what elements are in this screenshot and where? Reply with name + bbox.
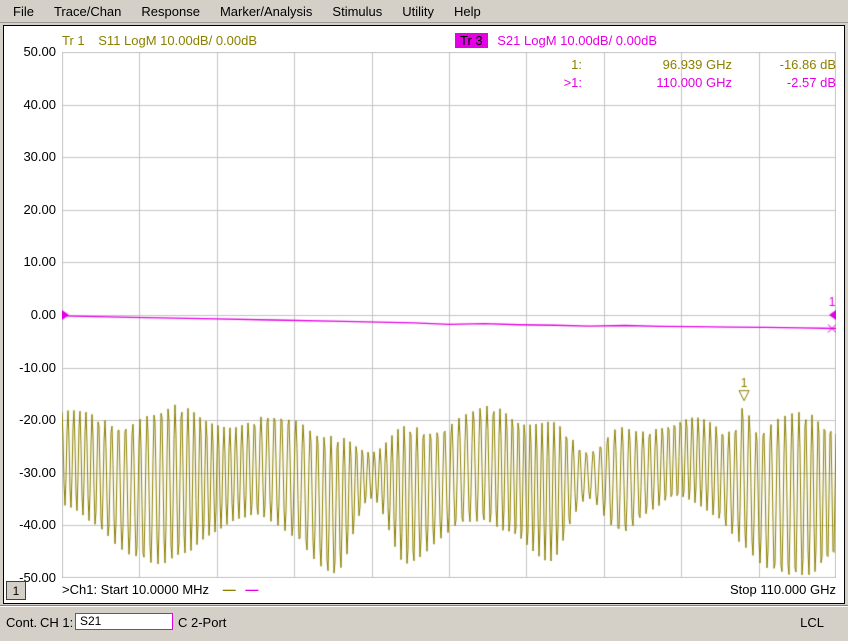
menu-item-response[interactable]: Response (131, 1, 210, 22)
trace1-detail: S11 LogM 10.00dB/ 0.00dB (98, 33, 257, 48)
marker-readout-row: 1:96.939 GHz-16.86 dB (536, 56, 836, 74)
local-remote-status: LCL (800, 615, 824, 630)
trace1-header[interactable]: Tr 1 S11 LogM 10.00dB/ 0.00dB (62, 33, 257, 48)
marker-name: 1: (536, 56, 582, 74)
marker-readout: 1:96.939 GHz-16.86 dB>1:110.000 GHz-2.57… (536, 56, 836, 92)
y-axis-label: -40.00 (4, 517, 56, 533)
sweep-start-label: >Ch1: Start 10.0000 MHz — — (62, 582, 258, 597)
start-frequency-text: >Ch1: Start 10.0000 MHz (62, 582, 209, 597)
menu-item-marker-analysis[interactable]: Marker/Analysis (210, 1, 322, 22)
y-axis-label: 10.00 (4, 254, 56, 270)
menu-bar: FileTrace/ChanResponseMarker/AnalysisSti… (0, 0, 848, 23)
y-axis-label: 50.00 (4, 44, 56, 60)
trace1-legend-dash: — (223, 582, 236, 597)
menu-item-utility[interactable]: Utility (392, 1, 444, 22)
measurement-parameter-box[interactable]: S21 (75, 613, 173, 630)
y-axis-label: -30.00 (4, 465, 56, 481)
status-bar: Cont. CH 1: S21 C 2-Port LCL (0, 605, 848, 641)
channel-1-button[interactable]: 1 (6, 581, 26, 600)
y-axis-label: -20.00 (4, 412, 56, 428)
calibration-status: C 2-Port (178, 615, 226, 630)
marker-val: -16.86 dB (732, 56, 836, 74)
y-axis-label: 0.00 (4, 307, 56, 323)
marker-freq: 96.939 GHz (582, 56, 732, 74)
menu-item-trace-chan[interactable]: Trace/Chan (44, 1, 131, 22)
sweep-mode-status[interactable]: Cont. (6, 615, 37, 630)
channel-status-label: CH 1: (40, 615, 73, 630)
y-axis-label: 40.00 (4, 97, 56, 113)
y-axis-label: 30.00 (4, 149, 56, 165)
trace1-label[interactable]: Tr 1 (62, 33, 85, 48)
y-axis-label: -10.00 (4, 360, 56, 376)
plot-window: Tr 1 S11 LogM 10.00dB/ 0.00dB Tr 3 S21 L… (3, 25, 845, 604)
trace3-header[interactable]: Tr 3 S21 LogM 10.00dB/ 0.00dB (455, 33, 657, 48)
marker-name: >1: (536, 74, 582, 92)
vna-application-window: FileTrace/ChanResponseMarker/AnalysisSti… (0, 0, 848, 641)
trace3-legend-dash: — (245, 582, 258, 597)
marker-freq: 110.000 GHz (582, 74, 732, 92)
y-axis-label: 20.00 (4, 202, 56, 218)
trace3-detail: S21 LogM 10.00dB/ 0.00dB (497, 33, 657, 48)
sweep-stop-label: Stop 110.000 GHz (730, 582, 836, 597)
trace3-label[interactable]: Tr 3 (455, 33, 488, 48)
marker-readout-row: >1:110.000 GHz-2.57 dB (536, 74, 836, 92)
marker-val: -2.57 dB (732, 74, 836, 92)
plot-canvas[interactable] (62, 52, 836, 578)
menu-item-stimulus[interactable]: Stimulus (322, 1, 392, 22)
menu-item-help[interactable]: Help (444, 1, 491, 22)
menu-item-file[interactable]: File (3, 1, 44, 22)
